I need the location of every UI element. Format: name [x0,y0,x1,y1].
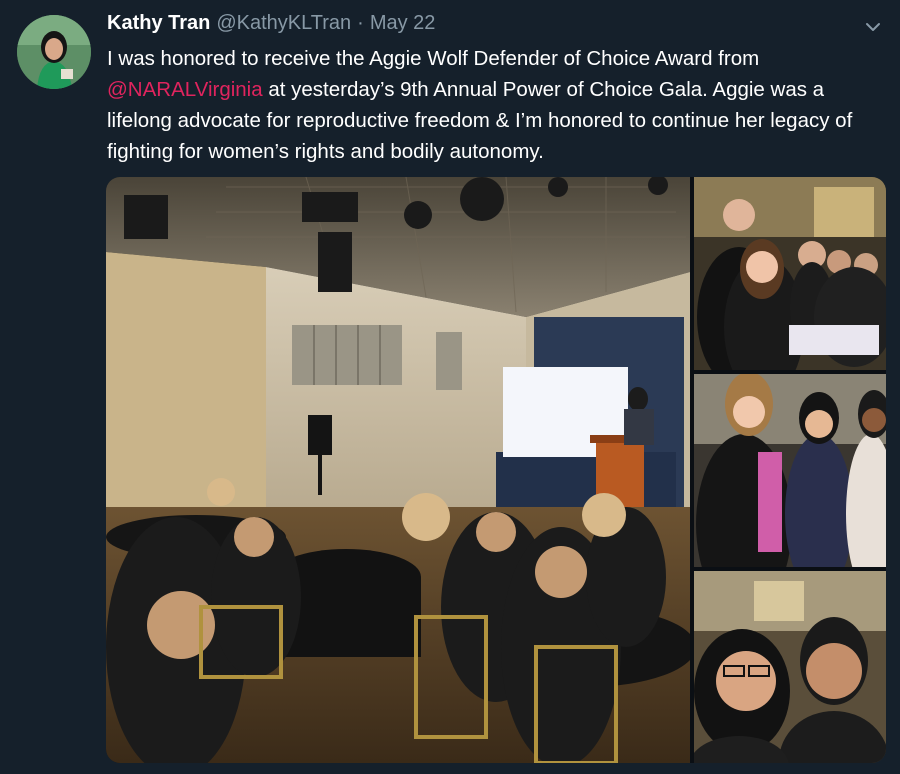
chevron-down-icon [866,23,880,31]
avatar[interactable] [17,15,91,89]
tweet-text: I was honored to receive the Aggie Wolf … [107,43,887,167]
photo-group-table[interactable] [694,177,886,370]
separator-dot: · [357,12,364,34]
media-grid [106,177,886,763]
photo-four-women[interactable] [694,374,886,567]
tweet-header: Kathy Tran @KathyKLTran · May 22 [107,12,435,38]
mention-link[interactable]: @NARALVirginia [107,78,263,101]
tweet-date[interactable]: May 22 [370,12,436,35]
author-handle[interactable]: @KathyKLTran [216,12,351,35]
tweet[interactable]: Kathy Tran @KathyKLTran · May 22 I was h… [0,0,900,774]
author-name[interactable]: Kathy Tran [107,12,210,35]
photo-gala-hall[interactable] [106,177,690,763]
tweet-text-part1: I was honored to receive the Aggie Wolf … [107,47,760,70]
tweet-menu-button[interactable] [862,16,884,38]
photo-selfie[interactable] [694,571,886,763]
